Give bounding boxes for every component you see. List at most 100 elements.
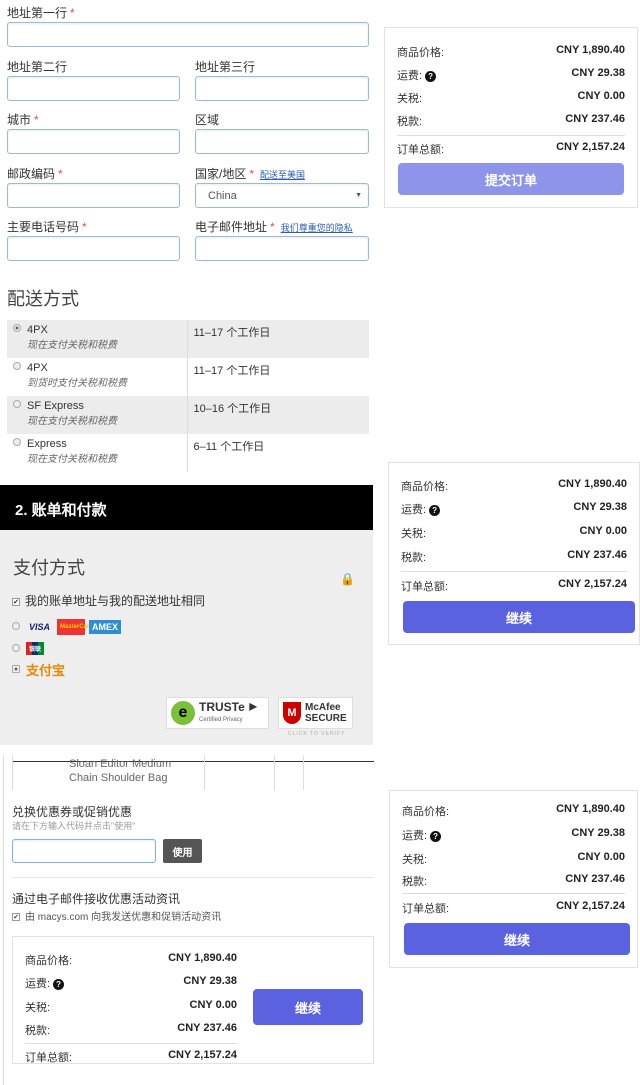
payment-option-alipay[interactable]: 支付宝: [12, 660, 69, 679]
help-icon[interactable]: ?: [53, 979, 65, 990]
city-input[interactable]: [7, 129, 180, 154]
summary-label: 税款:: [397, 116, 423, 128]
postal-label: 邮政编码 *: [7, 167, 63, 181]
summary-label: 税款:: [402, 876, 428, 888]
mcafee-shield-icon: M: [283, 702, 301, 724]
ship-to-us-link[interactable]: 配送至美国: [260, 170, 305, 180]
country-label: 国家/地区 * 配送至美国: [195, 167, 306, 181]
help-icon[interactable]: ?: [425, 71, 437, 82]
privacy-link[interactable]: 我们尊重您的隐私: [281, 223, 353, 233]
carrier-name: 4PX: [27, 362, 48, 374]
radio[interactable]: [12, 664, 20, 673]
radio[interactable]: [12, 622, 20, 630]
truste-label: TRUSTe: [199, 699, 245, 714]
truste-sub: Certified Privacy: [199, 716, 243, 723]
radio[interactable]: [13, 400, 21, 408]
radio[interactable]: [12, 644, 20, 652]
shipping-option-row[interactable]: Express 现在支付关税和税费 6–11 个工作日: [7, 434, 369, 472]
continue-button[interactable]: 继续: [403, 601, 635, 633]
email-input[interactable]: [195, 236, 369, 261]
summary-label: 关税:: [397, 93, 423, 105]
coupon-input[interactable]: [12, 839, 156, 863]
amex-icon: AMEX: [89, 619, 122, 634]
newsletter-title: 通过电子邮件接收优惠活动资讯: [12, 892, 181, 906]
country-select[interactable]: China ▼: [195, 183, 369, 208]
shipping-option[interactable]: 4PX 到货时支付关税和税费: [7, 358, 188, 396]
divider: [25, 1043, 237, 1044]
summary-value: CNY 29.38: [571, 827, 625, 839]
summary-value: CNY 29.38: [571, 67, 625, 79]
help-icon[interactable]: ?: [429, 505, 441, 516]
checkbox-icon: ✔: [12, 598, 20, 606]
divider: [401, 571, 627, 572]
shipping-option[interactable]: 4PX 现在支付关税和税费: [7, 320, 188, 358]
summary-value: CNY 29.38: [183, 975, 237, 987]
truste-badge[interactable]: e TRUSTe ▸ Certified Privacy: [166, 697, 269, 729]
alipay-icon: 支付宝: [26, 663, 66, 678]
shipping-option[interactable]: Express 现在支付关税和税费: [7, 434, 188, 472]
total-label: 订单总额:: [402, 903, 450, 915]
visa-icon: VISA: [29, 621, 51, 632]
continue-button[interactable]: 继续: [253, 989, 363, 1025]
summary-label: 运费:?: [401, 501, 441, 517]
summary-row: 运费:? CNY 29.38: [402, 827, 625, 843]
summary-row: 关税: CNY 0.00: [25, 999, 237, 1015]
address-line2-input[interactable]: [7, 76, 180, 101]
mcafee-label: McAfee: [305, 702, 341, 713]
email-label: 电子邮件地址 * 我们尊重您的隐私: [195, 220, 353, 234]
summary-label: 商品价格:: [401, 481, 449, 493]
lock-icon: 🔒: [340, 572, 355, 586]
checkbox-icon: ✔: [12, 913, 20, 921]
continue-button[interactable]: 继续: [404, 923, 630, 955]
order-summary-panel: 商品价格: CNY 1,890.40 运费:? CNY 29.38 关税: CNY 0.0…: [384, 27, 638, 208]
order-summary-panel: 商品价格: CNY 1,890.40 运费:? CNY 29.38 关税: CNY 0.0…: [389, 790, 638, 968]
same-address-label: 我的账单地址与我的配送地址相同: [25, 594, 206, 608]
phone-input[interactable]: [7, 236, 180, 261]
shipping-option-row[interactable]: SF Express 现在支付关税和税费 10–16 个工作日: [7, 396, 369, 434]
summary-row: 税款: CNY 237.46: [402, 873, 625, 889]
help-icon[interactable]: ?: [430, 831, 442, 842]
postal-code-input[interactable]: [7, 183, 180, 208]
mcafee-sub: SECURE: [305, 713, 347, 724]
country-value: China: [208, 190, 237, 202]
summary-label: 关税:: [402, 854, 428, 866]
shipping-option-row[interactable]: 4PX 现在支付关税和税费 11–17 个工作日: [7, 320, 369, 358]
radio[interactable]: [13, 324, 21, 332]
summary-label: 运费:?: [25, 975, 65, 991]
duty-note: 到货时支付关税和税费: [27, 378, 127, 389]
apply-coupon-button[interactable]: 使用: [163, 839, 202, 863]
region-label: 区域: [195, 113, 220, 127]
address-line3-input[interactable]: [195, 76, 369, 101]
summary-value: CNY 1,890.40: [556, 44, 625, 56]
payment-option-unionpay[interactable]: 银联: [12, 640, 48, 658]
radio[interactable]: [13, 438, 21, 446]
mcafee-badge[interactable]: M McAfee SECURE: [278, 697, 353, 729]
address-line1-input[interactable]: [7, 22, 369, 47]
total-value: CNY 2,157.24: [556, 141, 625, 153]
divider: [12, 877, 374, 878]
mcafee-verify: CLICK TO VERIFY: [288, 731, 346, 737]
total-value: CNY 2,157.24: [168, 1049, 237, 1061]
summary-label: 运费:?: [402, 827, 442, 843]
summary-value: CNY 1,890.40: [556, 803, 625, 815]
total-value: CNY 2,157.24: [558, 578, 627, 590]
total-label: 订单总额:: [25, 1052, 73, 1064]
newsletter-checkbox[interactable]: ✔ 由 macys.com 向我发送优惠和促销活动资讯: [12, 908, 221, 923]
shipping-option[interactable]: SF Express 现在支付关税和税费: [7, 396, 188, 434]
region-input[interactable]: [195, 129, 369, 154]
summary-value: CNY 237.46: [177, 1022, 237, 1034]
shipping-option-row[interactable]: 4PX 到货时支付关税和税费 11–17 个工作日: [7, 358, 369, 396]
summary-label: 关税:: [401, 528, 427, 540]
summary-label: 关税:: [25, 1002, 51, 1014]
summary-row: 税款: CNY 237.46: [397, 113, 625, 129]
divider: [397, 135, 625, 136]
chevron-down-icon: ▼: [355, 192, 362, 199]
submit-order-button[interactable]: 提交订单: [398, 163, 624, 195]
mastercard-icon: MasterCard: [57, 618, 93, 635]
same-address-checkbox[interactable]: ✔ 我的账单地址与我的配送地址相同: [12, 592, 205, 609]
summary-value: CNY 1,890.40: [168, 952, 237, 964]
radio[interactable]: [13, 362, 21, 370]
payment-option-cards[interactable]: VISA MasterCardAMEX: [12, 618, 125, 636]
delivery-time: 10–16 个工作日: [193, 403, 272, 415]
carrier-name: SF Express: [27, 400, 84, 412]
